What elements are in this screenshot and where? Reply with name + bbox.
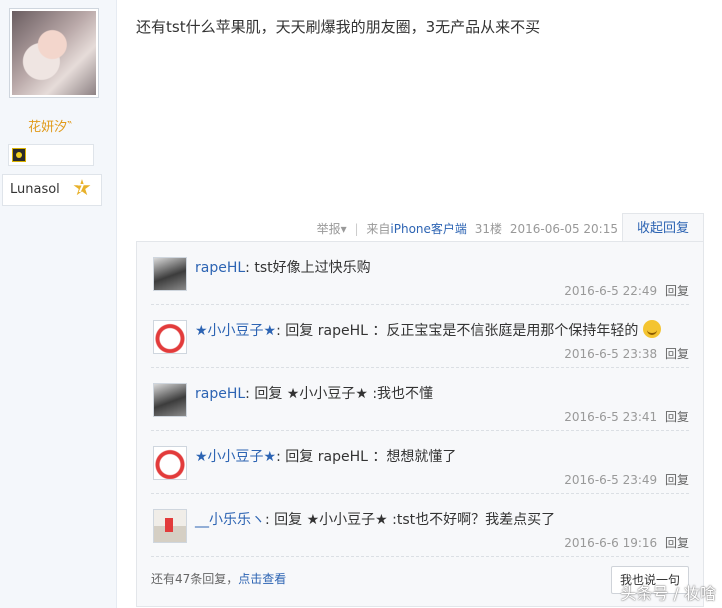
- reply-author[interactable]: rapeHL: [195, 386, 245, 402]
- reply-avatar[interactable]: [153, 320, 187, 354]
- meta-separator: |: [354, 222, 359, 236]
- reply-time: 2016-6-5 23:38: [564, 347, 658, 361]
- reply-time: 2016-6-5 23:41: [564, 410, 658, 424]
- reply-content: rapeHL: 回复 ★小小豆子★ :我也不懂: [195, 386, 434, 402]
- reply-meta: 2016-6-5 23:49 回复: [564, 471, 689, 488]
- reply-meta: 2016-6-6 19:16 回复: [564, 534, 689, 551]
- more-replies-count: 还有47条回复，: [151, 572, 239, 586]
- reply-content: rapeHL: tst好像上过快乐购: [195, 260, 371, 276]
- reply-button[interactable]: 回复: [665, 284, 689, 298]
- reply-meta: 2016-6-5 23:38 回复: [564, 345, 689, 362]
- watermark: 头条号 / 妆啥: [620, 584, 716, 603]
- username-link[interactable]: 花妍汐‶: [0, 116, 100, 135]
- client-link[interactable]: iPhone客户端: [390, 220, 467, 237]
- reply-text: 回复 ★小小豆子★ :tst也不好啊？我差点买了: [274, 512, 556, 528]
- post-meta: 举报▾ | 来自iPhone客户端 31楼 2016-06-05 20:15: [317, 220, 618, 236]
- view-more-link[interactable]: 点击查看: [238, 572, 286, 586]
- reply-button[interactable]: 回复: [665, 473, 689, 487]
- reply-time: 2016-6-5 22:49: [564, 284, 658, 298]
- level-box[interactable]: Lunasol ★ 7: [2, 174, 102, 206]
- reply-text: tst好像上过快乐购: [254, 260, 371, 276]
- reply-time: 2016-6-5 23:49: [564, 473, 658, 487]
- list-item: ★小小豆子★: 回复 rapeHL ：反正宝宝是不信张庭是用那个保持年轻的 20…: [151, 305, 689, 368]
- reply-text: 回复 ★小小豆子★ :我也不懂: [254, 386, 434, 402]
- list-item: ★小小豆子★: 回复 rapeHL ：想想就懂了 2016-6-5 23:49 …: [151, 431, 689, 494]
- reply-button[interactable]: 回复: [665, 410, 689, 424]
- reply-meta: 2016-6-5 22:49 回复: [564, 282, 689, 299]
- from-label: 来自: [366, 222, 391, 236]
- post-datetime: 2016-06-05 20:15: [509, 222, 618, 236]
- list-item: rapeHL: 回复 ★小小豆子★ :我也不懂 2016-6-5 23:41 回…: [151, 368, 689, 431]
- reply-button[interactable]: 回复: [665, 347, 689, 361]
- avatar-image: [12, 11, 96, 95]
- badge-row: [8, 144, 94, 166]
- reply-list: rapeHL: tst好像上过快乐购 2016-6-5 22:49 回复 ★小小…: [136, 241, 704, 607]
- reply-content: __小乐乐ヽ: 回复 ★小小豆子★ :tst也不好啊？我差点买了: [195, 512, 556, 528]
- reply-meta: 2016-6-5 23:41 回复: [564, 408, 689, 425]
- level-number: 7: [77, 182, 85, 195]
- user-panel: 花妍汐‶ Lunasol ★ 7: [0, 0, 117, 608]
- reply-time: 2016-6-6 19:16: [564, 536, 658, 550]
- user-avatar[interactable]: [9, 8, 99, 98]
- more-replies: 还有47条回复，点击查看: [151, 570, 286, 587]
- reply-avatar[interactable]: [153, 257, 187, 291]
- reply-avatar[interactable]: [153, 383, 187, 417]
- reply-author[interactable]: __小乐乐ヽ: [195, 512, 265, 528]
- collapse-replies-button[interactable]: 收起回复: [622, 213, 704, 242]
- reply-author[interactable]: ★小小豆子★: [195, 449, 276, 465]
- list-item: rapeHL: tst好像上过快乐购 2016-6-5 22:49 回复: [151, 242, 689, 305]
- reply-content: ★小小豆子★: 回复 rapeHL ：想想就懂了: [195, 449, 457, 465]
- floor-number: 31楼: [474, 222, 503, 236]
- post-content: 还有tst什么苹果肌，天天刷爆我的朋友圈，3无产品从来不买: [136, 18, 541, 36]
- reply-content: ★小小豆子★: 回复 rapeHL ：反正宝宝是不信张庭是用那个保持年轻的: [195, 320, 661, 340]
- reply-avatar[interactable]: [153, 509, 187, 543]
- reply-author[interactable]: ★小小豆子★: [195, 323, 276, 339]
- report-link[interactable]: 举报▾: [317, 220, 347, 237]
- reply-button[interactable]: 回复: [665, 536, 689, 550]
- level-name: Lunasol: [10, 182, 60, 197]
- list-item: __小乐乐ヽ: 回复 ★小小豆子★ :tst也不好啊？我差点买了 2016-6-…: [151, 494, 689, 557]
- reply-author[interactable]: rapeHL: [195, 260, 245, 276]
- reply-text: 回复 rapeHL ：想想就懂了: [285, 449, 457, 465]
- smiley-emoji-icon: [642, 320, 661, 338]
- reply-avatar[interactable]: [153, 446, 187, 480]
- reply-text: 回复 rapeHL ：反正宝宝是不信张庭是用那个保持年轻的: [285, 323, 639, 339]
- badge-icon[interactable]: [12, 148, 26, 162]
